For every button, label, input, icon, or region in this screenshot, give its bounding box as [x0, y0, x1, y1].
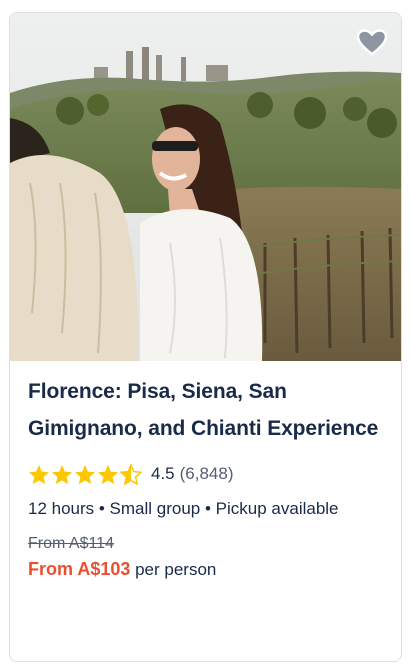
- review-count: (6,848): [179, 464, 234, 483]
- star-full-icon: [28, 464, 50, 484]
- star-rating: [28, 463, 142, 485]
- star-half-icon: [120, 463, 142, 485]
- star-full-icon: [51, 464, 73, 484]
- activity-card[interactable]: Florence: Pisa, Siena, San Gimignano, an…: [9, 12, 402, 662]
- activity-photo-image: [10, 13, 401, 361]
- current-price: From A$103: [28, 559, 131, 579]
- price-row: From A$103 per person: [28, 559, 386, 580]
- wishlist-button[interactable]: [355, 25, 389, 59]
- activity-photo[interactable]: [10, 13, 401, 361]
- card-content: Florence: Pisa, Siena, San Gimignano, an…: [28, 373, 386, 580]
- activity-details: 12 hours • Small group • Pickup availabl…: [28, 499, 339, 518]
- rating-row: 4.5 (6,848): [28, 461, 386, 487]
- star-full-icon: [97, 464, 119, 484]
- original-price: From A$114: [28, 535, 114, 552]
- price-suffix: per person: [130, 560, 217, 579]
- activity-title[interactable]: Florence: Pisa, Siena, San Gimignano, an…: [28, 373, 386, 447]
- star-full-icon: [74, 464, 96, 484]
- heart-icon: [357, 28, 387, 55]
- rating-value: 4.5: [151, 464, 175, 483]
